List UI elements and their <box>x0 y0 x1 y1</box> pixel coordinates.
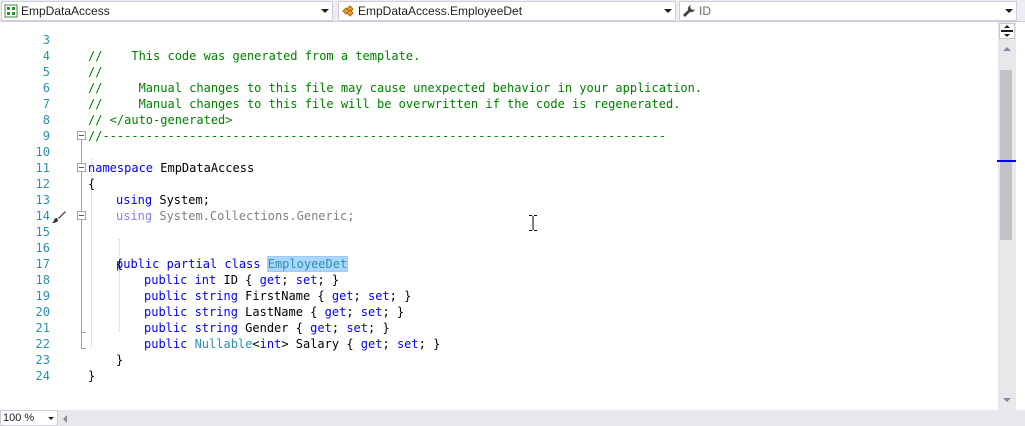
split-window-handle[interactable] <box>999 23 1015 39</box>
chevron-down-icon <box>664 9 672 13</box>
scroll-up-arrow-icon[interactable] <box>1003 47 1011 51</box>
code-line: 6 // Manual changes to this file will be… <box>0 64 998 111</box>
code-line: 19 public string LastName { get; set; } <box>0 272 998 319</box>
type-dropdown[interactable]: EmpDataAccess.EmployeeDet <box>338 1 676 21</box>
code-line: 22 } <box>0 320 998 367</box>
member-dropdown-label: ID <box>699 4 711 18</box>
zoom-dropdown[interactable]: 100 % <box>0 410 58 426</box>
code-line: 17 public int ID { get; set; } <box>0 240 998 287</box>
chevron-down-icon <box>321 9 329 13</box>
scroll-down-arrow-icon[interactable] <box>1003 398 1011 402</box>
zoom-level: 100 % <box>3 412 35 424</box>
code-line: 5 // Manual changes to this file may cau… <box>0 48 998 95</box>
line-number: 24 <box>35 369 50 383</box>
splitter-icon <box>1001 25 1013 37</box>
code-line: 18 public string FirstName { get; set; } <box>0 256 998 303</box>
wrench-icon <box>683 5 695 17</box>
code-line: 20 public string Gender { get; set; } <box>0 288 998 335</box>
member-dropdown[interactable]: ID <box>679 1 1017 21</box>
chevron-down-icon <box>48 417 54 420</box>
ibeam-cursor-icon <box>529 215 537 231</box>
code-line: 15 public partial class EmployeeDet <box>0 208 998 272</box>
code-line: 21 public Nullable<int> Salary { get; se… <box>0 304 998 351</box>
project-dropdown[interactable]: EmpDataAccess <box>1 1 333 21</box>
type-dropdown-label: EmpDataAccess.EmployeeDet <box>358 4 523 18</box>
code-line: 8 //------------------------------------… <box>0 96 998 143</box>
navigation-bar: EmpDataAccess EmpDataAccess.EmployeeDet … <box>0 0 1025 22</box>
code-line: 3 // This code was generated from a temp… <box>0 22 998 63</box>
code-line: 24 <box>0 352 998 383</box>
paintbrush-icon[interactable] <box>52 211 66 223</box>
scrollbar-thumb[interactable] <box>1000 70 1012 240</box>
code-line: 16 { <box>0 224 998 271</box>
class-icon <box>342 5 354 17</box>
code-line: 23 } <box>0 336 998 383</box>
code-line: 4 // <box>0 32 998 79</box>
bottom-bar: 100 % <box>0 410 1025 426</box>
code-text: } <box>88 369 96 383</box>
code-line: 14 <box>0 192 998 223</box>
code-line: 9 <box>0 112 998 143</box>
code-line: 11 { <box>0 144 998 191</box>
code-line: 7 // </auto-generated> <box>0 80 998 127</box>
code-line: 10 namespace EmpDataAccess <box>0 128 998 175</box>
project-icon <box>4 4 18 18</box>
window-edge <box>1016 22 1025 426</box>
project-dropdown-label: EmpDataAccess <box>21 4 110 18</box>
chevron-down-icon <box>1005 9 1013 13</box>
caret-position-marker <box>997 160 1017 162</box>
code-editor[interactable]: 3 // This code was generated from a temp… <box>0 22 998 408</box>
code-line: 12 using System; <box>0 160 998 207</box>
scroll-left-arrow-icon[interactable] <box>63 415 67 423</box>
code-line: 13 using System.Collections.Generic; <box>0 176 998 223</box>
